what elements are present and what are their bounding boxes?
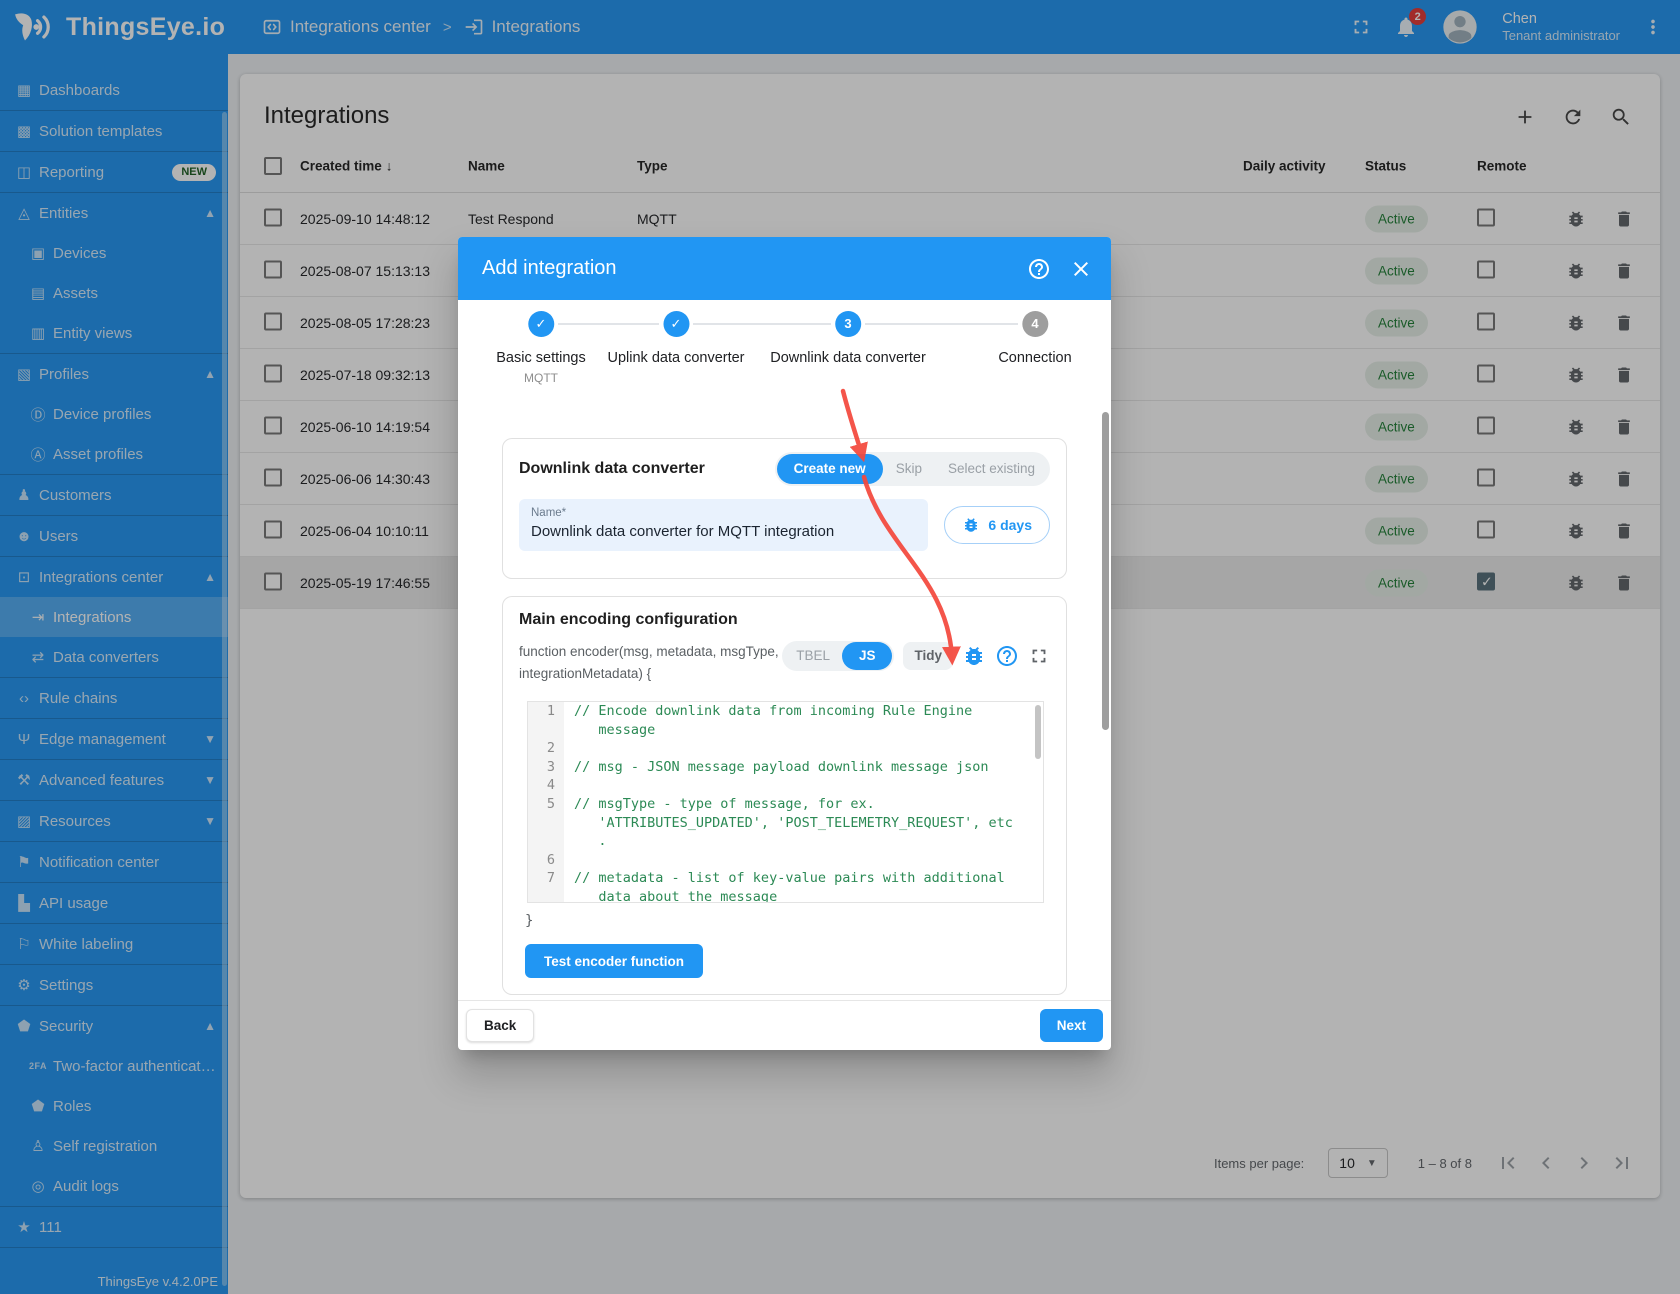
step-label: Connection	[998, 350, 1071, 366]
line-number: 5	[528, 795, 564, 814]
debug-encoder-button[interactable]	[962, 644, 986, 668]
add-integration-dialog: Add integration ✓ Basic settings MQTT ✓ Upli…	[458, 237, 1111, 1050]
next-button[interactable]: Next	[1040, 1009, 1103, 1042]
code-line: 2	[528, 739, 1043, 758]
lang-js[interactable]: JS	[842, 642, 893, 670]
line-number: 6	[528, 851, 564, 870]
converter-mode-toggle: Create newSkipSelect existing	[775, 452, 1050, 486]
segment-create-new[interactable]: Create new	[777, 454, 883, 484]
stepper-step-basic-settings[interactable]: ✓ Basic settings MQTT	[496, 311, 585, 385]
line-number	[528, 888, 564, 903]
line-text: // Encode downlink data from incoming Ru…	[564, 702, 972, 721]
section-title: Downlink data converter	[519, 460, 705, 478]
code-line: 7// metadata - list of key-value pairs w…	[528, 869, 1043, 888]
encoding-configuration-section: Main encoding configuration function enc…	[502, 596, 1067, 995]
name-field-value: Downlink data converter for MQTT integra…	[531, 523, 916, 540]
line-text	[564, 851, 574, 870]
code-line: 6	[528, 851, 1043, 870]
test-encoder-button[interactable]: Test encoder function	[525, 944, 703, 978]
line-text: .	[564, 832, 607, 851]
line-text: // metadata - list of key-value pairs wi…	[564, 869, 1005, 888]
line-number	[528, 814, 564, 833]
encoder-help-button[interactable]	[995, 644, 1019, 668]
dialog-title: Add integration	[482, 257, 617, 280]
line-number: 4	[528, 776, 564, 795]
line-text	[564, 739, 574, 758]
downlink-converter-section: Downlink data converter Create newSkipSe…	[502, 438, 1067, 579]
step-number: 4	[1022, 311, 1048, 337]
converter-name-field[interactable]: Name* Downlink data converter for MQTT i…	[519, 499, 928, 551]
script-language-toggle: TBELJS	[782, 641, 894, 671]
code-line: .	[528, 832, 1043, 851]
tidy-button[interactable]: Tidy	[903, 642, 953, 670]
debug-duration-label: 6 days	[988, 517, 1032, 533]
segment-skip[interactable]: Skip	[883, 452, 935, 486]
dialog-help-button[interactable]	[1027, 257, 1051, 281]
line-text: // msg - JSON message payload downlink m…	[564, 758, 989, 777]
code-line: message	[528, 721, 1043, 740]
encoder-signature: function encoder(msg, metadata, msgType,…	[519, 641, 779, 685]
name-field-label: Name*	[531, 507, 916, 519]
step-label: Basic settings	[496, 350, 585, 366]
stepper-step-uplink-data-converter[interactable]: ✓ Uplink data converter	[607, 311, 744, 366]
line-text: message	[564, 721, 655, 740]
code-editor[interactable]: 1// Encode downlink data from incoming R…	[527, 701, 1044, 903]
close-icon	[1069, 257, 1093, 281]
code-line: 'ATTRIBUTES_UPDATED', 'POST_TELEMETRY_RE…	[528, 814, 1043, 833]
dialog-close-button[interactable]	[1069, 257, 1093, 281]
bug-icon	[962, 644, 986, 668]
code-line: 1// Encode downlink data from incoming R…	[528, 702, 1043, 721]
lang-tbel[interactable]: TBEL	[784, 641, 842, 671]
editor-fullscreen-button[interactable]	[1028, 645, 1050, 667]
line-text: 'ATTRIBUTES_UPDATED', 'POST_TELEMETRY_RE…	[564, 814, 1013, 833]
dialog-stepper: ✓ Basic settings MQTT ✓ Uplink data converte…	[498, 311, 1071, 407]
step-check-icon: ✓	[663, 311, 689, 337]
stepper-step-connection[interactable]: 4 Connection	[998, 311, 1071, 366]
line-number: 2	[528, 739, 564, 758]
segment-select-existing[interactable]: Select existing	[935, 452, 1048, 486]
stepper-step-downlink-data-converter[interactable]: 3 Downlink data converter	[770, 311, 926, 366]
line-number: 7	[528, 869, 564, 888]
code-line: data about the message	[528, 888, 1043, 903]
fullscreen-icon	[1028, 645, 1050, 667]
help-icon	[995, 644, 1019, 668]
dialog-scrollbar[interactable]	[1102, 412, 1109, 730]
back-button[interactable]: Back	[466, 1009, 534, 1042]
editor-scrollbar[interactable]	[1035, 705, 1041, 759]
code-line: 3// msg - JSON message payload downlink …	[528, 758, 1043, 777]
debug-duration-button[interactable]: 6 days	[944, 506, 1050, 544]
line-number	[528, 721, 564, 740]
step-number: 3	[835, 311, 861, 337]
step-label: Downlink data converter	[770, 350, 926, 366]
code-line: 5// msgType - type of message, for ex.	[528, 795, 1043, 814]
code-line: 4	[528, 776, 1043, 795]
closing-brace: }	[525, 913, 533, 929]
line-text: // msgType - type of message, for ex.	[564, 795, 875, 814]
line-text: data about the message	[564, 888, 777, 903]
bug-icon	[962, 516, 980, 534]
step-sublabel: MQTT	[496, 371, 585, 385]
step-label: Uplink data converter	[607, 350, 744, 366]
step-check-icon: ✓	[528, 311, 554, 337]
help-icon	[1027, 257, 1051, 281]
dialog-footer: Back Next	[458, 1000, 1111, 1050]
line-number	[528, 832, 564, 851]
line-text	[564, 776, 574, 795]
encoding-title: Main encoding configuration	[519, 611, 1050, 629]
line-number: 1	[528, 702, 564, 721]
dialog-header: Add integration	[458, 237, 1111, 300]
line-number: 3	[528, 758, 564, 777]
